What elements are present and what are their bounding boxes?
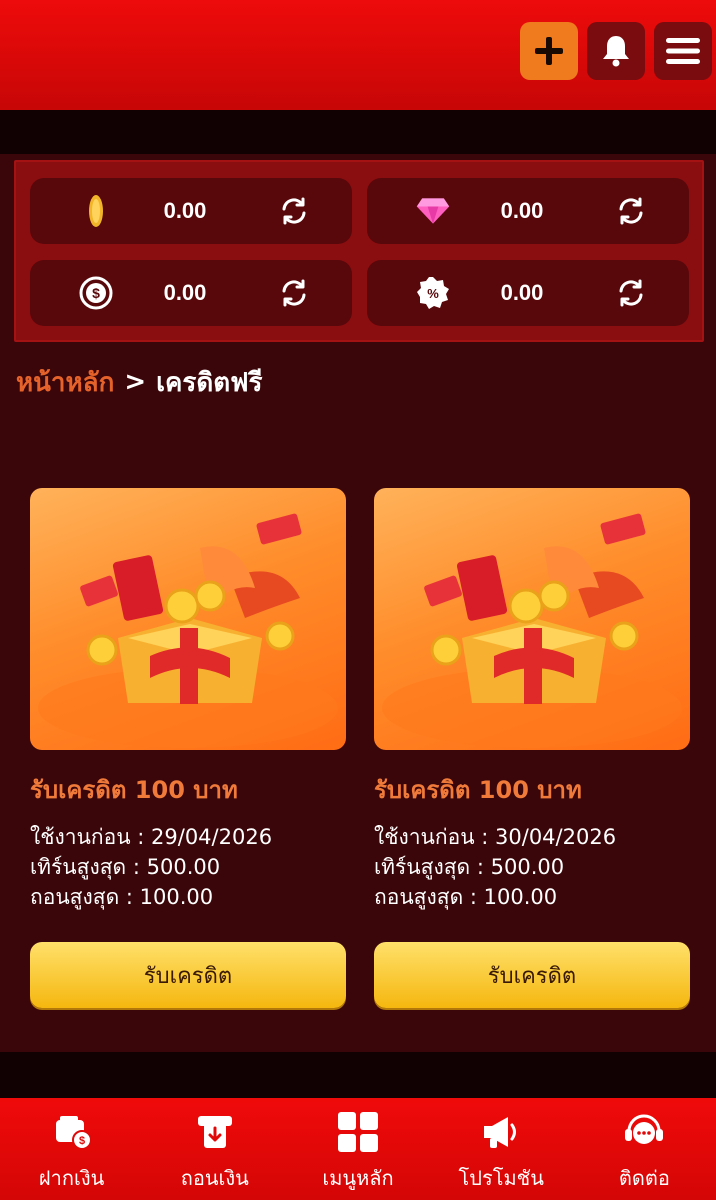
bottom-nav: $ ฝากเงิน ถอนเงิน เมนูหลัก โปรโมชัน ติดต…	[0, 1098, 716, 1200]
nav-contact[interactable]: ติดต่อ	[573, 1098, 716, 1200]
max-withdraw-text: ถอนสูงสุด : 100.00	[30, 885, 214, 909]
breadcrumb: หน้าหลัก > เครดิตฟรี	[16, 362, 263, 402]
balance-coin: 0.00	[30, 178, 352, 244]
nav-main-menu[interactable]: เมนูหลัก	[286, 1098, 429, 1200]
card-title: รับเครดิต 100 บาท	[30, 776, 238, 804]
refresh-icon[interactable]	[278, 277, 310, 309]
use-before-text: ใช้งานก่อน : 30/04/2026	[374, 825, 617, 849]
chat-support-icon	[622, 1110, 666, 1154]
max-withdraw-text: ถอนสูงสุด : 100.00	[374, 885, 558, 909]
breadcrumb-separator: >	[124, 367, 147, 397]
nav-promotion[interactable]: โปรโมชัน	[430, 1098, 573, 1200]
nav-deposit[interactable]: $ ฝากเงิน	[0, 1098, 143, 1200]
balance-cashback: $ 0.00	[30, 260, 352, 326]
nav-label: โปรโมชัน	[458, 1166, 544, 1190]
notification-button[interactable]	[587, 22, 645, 80]
nav-withdraw[interactable]: ถอนเงิน	[143, 1098, 286, 1200]
nav-label: ถอนเงิน	[180, 1166, 249, 1190]
footer-separator	[0, 1052, 716, 1098]
nav-label: ฝากเงิน	[38, 1166, 105, 1190]
add-button[interactable]	[520, 22, 578, 80]
balance-value: 0.00	[500, 280, 544, 305]
svg-text:%: %	[427, 286, 439, 301]
claim-credit-button[interactable]: รับเครดิต	[374, 942, 690, 1008]
cashback-icon: $	[78, 275, 114, 311]
megaphone-icon	[479, 1110, 523, 1154]
use-before-text: ใช้งานก่อน : 29/04/2026	[30, 825, 273, 849]
refresh-icon[interactable]	[615, 195, 647, 227]
gift-box-image	[374, 488, 690, 750]
balance-diamond: 0.00	[367, 178, 689, 244]
nav-label: ติดต่อ	[618, 1166, 670, 1190]
free-credit-card: รับเครดิต 100 บาท ใช้งานก่อน : 29/04/202…	[30, 488, 346, 1008]
card-info: ใช้งานก่อน : 29/04/2026 เทิร์นสูงสุด : 5…	[30, 822, 346, 912]
plus-icon	[535, 37, 563, 65]
refresh-icon[interactable]	[615, 277, 647, 309]
top-header	[0, 0, 716, 110]
hamburger-menu-icon	[666, 38, 700, 64]
max-turnover-text: เทิร์นสูงสุด : 500.00	[30, 855, 221, 879]
coin-icon	[78, 193, 114, 229]
claim-credit-button[interactable]: รับเครดิต	[30, 942, 346, 1008]
svg-text:$: $	[92, 285, 100, 301]
free-credit-card: รับเครดิต 100 บาท ใช้งานก่อน : 30/04/202…	[374, 488, 690, 1008]
percent-badge-icon: %	[415, 275, 451, 311]
diamond-icon	[415, 193, 451, 229]
nav-label: เมนูหลัก	[322, 1166, 394, 1190]
balance-value: 0.00	[500, 198, 544, 223]
breadcrumb-home-link[interactable]: หน้าหลัก	[16, 362, 114, 403]
deposit-wallet-icon: $	[50, 1110, 94, 1154]
grid-menu-icon	[336, 1110, 380, 1154]
card-info: ใช้งานก่อน : 30/04/2026 เทิร์นสูงสุด : 5…	[374, 822, 690, 912]
menu-button[interactable]	[654, 22, 712, 80]
balance-percent: % 0.00	[367, 260, 689, 326]
bell-icon	[603, 36, 629, 67]
breadcrumb-current: เครดิตฟรี	[156, 367, 263, 398]
card-title: รับเครดิต 100 บาท	[374, 776, 582, 804]
balance-value: 0.00	[163, 280, 207, 305]
header-separator	[0, 110, 716, 154]
balance-value: 0.00	[163, 198, 207, 223]
refresh-icon[interactable]	[278, 195, 310, 227]
max-turnover-text: เทิร์นสูงสุด : 500.00	[374, 855, 565, 879]
gift-box-image	[30, 488, 346, 750]
svg-text:$: $	[79, 1135, 85, 1147]
withdraw-icon	[193, 1110, 237, 1154]
